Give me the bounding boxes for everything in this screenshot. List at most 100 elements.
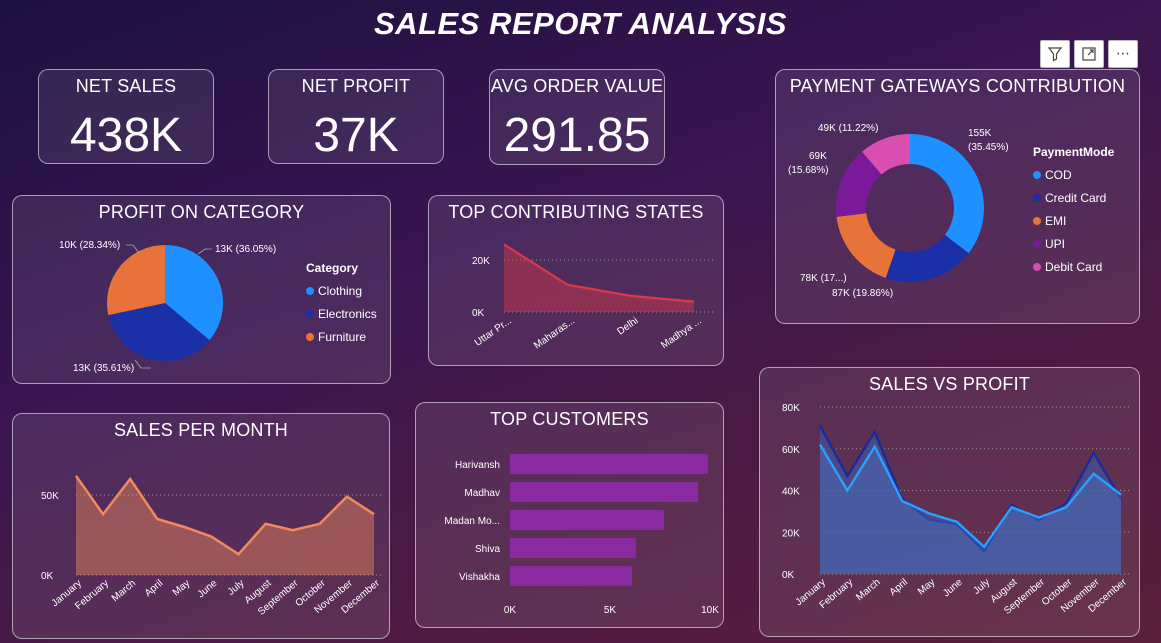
data-label: 69K	[809, 151, 827, 162]
sales-month-card: SALES PER MONTH 0K 50K January February Marc…	[12, 413, 390, 639]
legend-label: UPI	[1045, 236, 1066, 251]
legend-label: Credit Card	[1045, 190, 1107, 205]
leader-line	[197, 248, 212, 255]
y-tick-label: 20K	[782, 528, 800, 539]
pie-slice-furniture	[107, 245, 165, 316]
x-tick-label: March	[110, 578, 138, 604]
legend-item-payment-2[interactable]: EMI	[1033, 209, 1114, 232]
profit-category-card: PROFIT ON CATEGORY 13K (36.05%) 13K (35.6…	[12, 195, 391, 384]
legend-dot	[1033, 216, 1041, 225]
x-tick-label: 10K	[701, 605, 719, 616]
data-label: 49K (11.22%)	[818, 123, 878, 134]
bar-2	[510, 510, 664, 530]
legend-label: Clothing	[318, 283, 363, 298]
data-label: 87K (19.86%)	[832, 288, 893, 299]
report-title: SALES REPORT ANALYSIS	[374, 6, 787, 41]
x-tick-label: Madhya ...	[659, 315, 704, 351]
bar-4	[510, 566, 632, 586]
legend-item-payment-3[interactable]: UPI	[1033, 232, 1114, 255]
data-label: 13K (36.05%)	[215, 244, 276, 255]
kpi-avg-order-card: AVG ORDER VALUE 291.85	[489, 69, 665, 165]
sales-month-chart: 0K50KJanuaryFebruaryMarch April May June Jul…	[41, 475, 382, 618]
legend-item-category-0[interactable]: Clothing	[306, 279, 377, 302]
x-tick-label: Maharas...	[532, 315, 577, 351]
donut-slice-emi	[836, 213, 896, 278]
legend-dot	[1033, 170, 1041, 179]
kpi-label: NET SALES	[75, 76, 177, 96]
kpi-net-profit-card: NET PROFIT 37K	[268, 69, 444, 164]
legend-title: PaymentMode	[1033, 145, 1115, 159]
y-tick-label: Harivansh	[455, 460, 500, 471]
y-tick-label: 0K	[782, 570, 795, 581]
legend-item-category-2[interactable]: Furniture	[306, 325, 377, 348]
bar-1	[510, 482, 698, 502]
y-tick-label: 20K	[472, 256, 490, 267]
kpi-value: 438K	[69, 109, 183, 162]
kpi-value: 291.85	[503, 109, 651, 162]
legend-label: Debit Card	[1045, 259, 1103, 274]
sales-profit-chart: 0K20K40K60K80KJanuaryFebruaryMarch April M…	[782, 403, 1129, 617]
sales-profit-card: SALES VS PROFIT 0K 20K 40K 60K 80K January Feb…	[759, 367, 1140, 637]
legend-dot	[306, 332, 314, 341]
data-label: 155K	[968, 128, 992, 139]
legend-item-payment-0[interactable]: COD	[1033, 163, 1114, 186]
top-states-chart: 0K 20K Uttar Pr... Maharas... Delhi Madhya ..…	[472, 243, 714, 352]
visual-toolbar: ⋯	[1040, 40, 1138, 68]
leader-line	[134, 359, 151, 369]
kpi-value: 37K	[313, 109, 399, 162]
x-tick-label: May	[171, 578, 193, 599]
more-options-icon[interactable]: ⋯	[1108, 40, 1138, 68]
legend-label: Electronics	[318, 306, 377, 321]
x-tick-label: 0K	[504, 605, 517, 616]
data-label: 13K (35.61%)	[73, 363, 134, 374]
legend-dot	[306, 286, 314, 295]
focus-mode-icon[interactable]	[1074, 40, 1104, 68]
payment-legend: PaymentMode COD Credit Card EMI UPI Debit Ca…	[1033, 145, 1114, 278]
top-customers-card: TOP CUSTOMERS Harivansh Madhav Madan Mo...…	[415, 402, 724, 628]
data-label: (15.68%)	[788, 165, 829, 176]
legend-label: Furniture	[318, 329, 367, 344]
y-tick-label: 0K	[472, 308, 485, 319]
top-customers-chart: Harivansh Madhav Madan Mo... Shiva Vishakha 0…	[444, 454, 719, 616]
bar-3	[510, 538, 636, 558]
top-states-card: TOP CONTRIBUTING STATES 0K 20K Uttar Pr...…	[428, 195, 724, 366]
legend-dot	[306, 309, 314, 318]
x-tick-label: June	[196, 578, 220, 601]
legend-label: COD	[1045, 167, 1072, 182]
y-tick-label: 60K	[782, 445, 800, 456]
x-tick-label: Delhi	[615, 315, 640, 337]
legend-item-category-1[interactable]: Electronics	[306, 302, 377, 325]
category-legend: Category Clothing Electronics Furniture	[306, 261, 377, 348]
legend-item-payment-4[interactable]: Debit Card	[1033, 255, 1114, 278]
leader-line	[126, 244, 140, 254]
x-tick-label: April	[143, 578, 165, 599]
legend-label: EMI	[1045, 213, 1067, 228]
data-label: (35.45%)	[968, 142, 1009, 153]
y-tick-label: 50K	[41, 491, 59, 502]
kpi-label: AVG ORDER VALUE	[490, 76, 664, 96]
x-tick-label: Uttar Pr...	[473, 315, 514, 348]
x-tick-label: July	[226, 578, 247, 598]
payment-gateways-card: PAYMENT GATEWAYS CONTRIBUTION 155K (35.45…	[775, 69, 1140, 324]
x-tick-label: 5K	[604, 605, 617, 616]
x-tick-label: April	[888, 577, 910, 598]
legend-title: Category	[306, 261, 359, 275]
y-tick-label: 80K	[782, 403, 800, 414]
x-tick-label: May	[916, 577, 938, 598]
area-fill	[504, 244, 694, 312]
kpi-net-sales-card: NET SALES 438K	[38, 69, 214, 164]
kpi-label: NET PROFIT	[301, 76, 411, 96]
legend-item-payment-1[interactable]: Credit Card	[1033, 186, 1114, 209]
y-tick-label: 0K	[41, 571, 54, 582]
x-tick-label: June	[941, 577, 965, 600]
legend-dot	[1033, 262, 1041, 271]
y-tick-label: Shiva	[475, 544, 500, 555]
y-tick-label: Madhav	[464, 488, 500, 499]
filter-icon[interactable]	[1040, 40, 1070, 68]
x-tick-label: March	[854, 577, 882, 603]
legend-dot	[1033, 193, 1041, 202]
legend-dot	[1033, 239, 1041, 248]
y-tick-label: Madan Mo...	[444, 516, 500, 527]
data-label: 78K (17...)	[800, 273, 847, 284]
y-tick-label: Vishakha	[459, 572, 500, 583]
